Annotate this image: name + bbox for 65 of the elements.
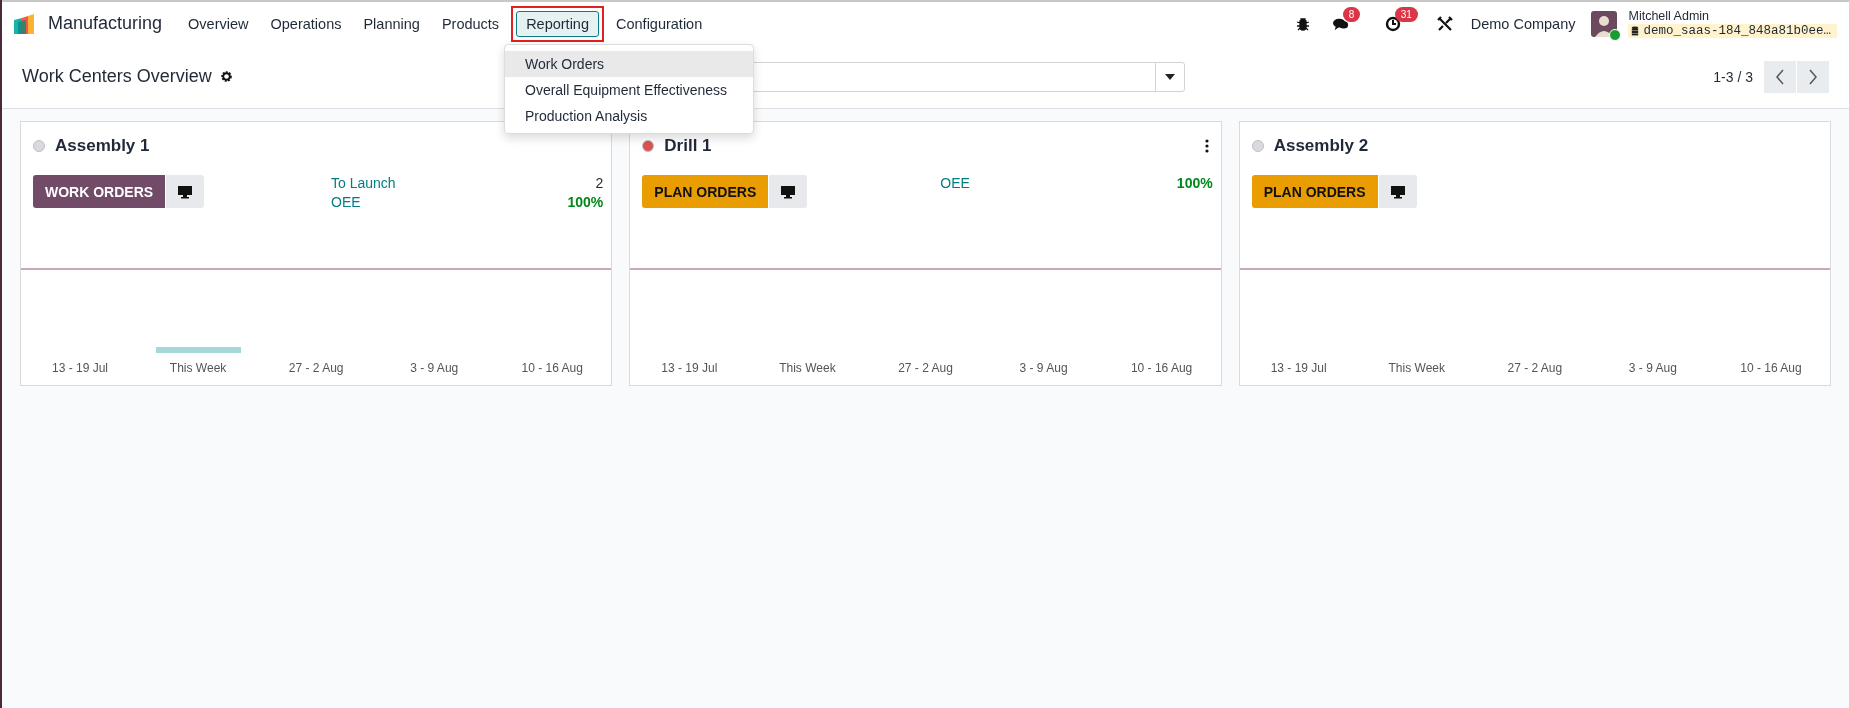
stat-value: 100%: [567, 194, 604, 210]
dropdown-item[interactable]: Production Analysis: [505, 103, 753, 129]
avatar-icon[interactable]: [1591, 10, 1618, 37]
app-name[interactable]: Manufacturing: [48, 13, 163, 34]
database-label: demo_saas-184_848a81b0ee…: [1643, 23, 1831, 38]
chevron-right-icon: [1808, 68, 1818, 85]
menu-item[interactable]: Products: [431, 10, 510, 37]
stat-value: 100%: [1176, 175, 1213, 191]
message-count-badge: 8: [1342, 6, 1361, 22]
action-button[interactable]: PLAN ORDERS: [1251, 175, 1378, 208]
week-label: This Week: [169, 361, 227, 375]
previous-button[interactable]: [1764, 60, 1796, 93]
work-center-name[interactable]: Drill 1: [664, 136, 712, 156]
database-icon: [1631, 25, 1640, 36]
menu-item[interactable]: Planning: [353, 10, 430, 37]
week-label: 27 - 2 Aug: [288, 361, 344, 375]
menu-item[interactable]: Configuration: [606, 10, 713, 37]
week-label: 3 - 9 Aug: [410, 361, 459, 375]
settings-icon[interactable]: [219, 70, 233, 83]
stat-link[interactable]: OEE: [331, 194, 361, 210]
company-name[interactable]: Demo Company: [1470, 15, 1576, 32]
status-dot[interactable]: [33, 140, 45, 152]
monitor-button[interactable]: [1378, 175, 1417, 208]
week-label: 13 - 19 Jul: [52, 361, 109, 375]
menu-item[interactable]: Overview: [178, 10, 259, 37]
monitor-button[interactable]: [166, 175, 205, 208]
tools-icon[interactable]: [1436, 15, 1453, 32]
week-label: 10 - 16 Aug: [1130, 361, 1193, 375]
week-label: 13 - 19 Jul: [1270, 361, 1327, 375]
menu-item[interactable]: Operations: [260, 10, 352, 37]
dropdown-item[interactable]: Work Orders: [505, 51, 753, 77]
page-title: Work Centers Overview: [22, 66, 212, 87]
chevron-left-icon: [1775, 68, 1785, 85]
caret-icon[interactable]: [1164, 73, 1175, 80]
work-center-name[interactable]: Assembly 2: [1273, 136, 1369, 156]
status-dot[interactable]: [642, 140, 655, 152]
week-label: 3 - 9 Aug: [1019, 361, 1068, 375]
status-dot[interactable]: [1251, 140, 1264, 152]
dropdown-item[interactable]: Overall Equipment Effectiveness: [505, 77, 753, 103]
monitor-icon: [1389, 184, 1406, 199]
week-label: 27 - 2 Aug: [1507, 361, 1563, 375]
action-button[interactable]: WORK ORDERS: [33, 175, 166, 208]
menu-item[interactable]: Reporting: [516, 10, 599, 37]
week-label: 10 - 16 Aug: [521, 361, 583, 375]
week-label: 3 - 9 Aug: [1628, 361, 1677, 375]
work-center-name[interactable]: Assembly 1: [55, 136, 150, 156]
stat-link[interactable]: To Launch: [331, 175, 396, 191]
action-button[interactable]: PLAN ORDERS: [642, 175, 769, 208]
activity-count-badge: 31: [1394, 6, 1418, 22]
monitor-icon: [177, 184, 194, 199]
week-label: 27 - 2 Aug: [898, 361, 953, 375]
next-button[interactable]: [1797, 60, 1829, 93]
bug-icon[interactable]: [1294, 15, 1311, 32]
monitor-button[interactable]: [769, 175, 808, 208]
week-label: 10 - 16 Aug: [1740, 361, 1802, 375]
week-label: 13 - 19 Jul: [661, 361, 718, 375]
week-label: This Week: [1388, 361, 1445, 375]
clock-icon[interactable]: [1384, 15, 1401, 32]
week-label: This Week: [779, 361, 836, 375]
more-options-icon[interactable]: [1204, 139, 1209, 153]
stat-link[interactable]: OEE: [940, 175, 970, 191]
monitor-icon: [780, 184, 797, 199]
pager-value: 1-3 / 3: [1713, 68, 1753, 85]
user-name[interactable]: Mitchell Admin: [1628, 9, 1837, 24]
stat-value: 2: [595, 175, 604, 191]
